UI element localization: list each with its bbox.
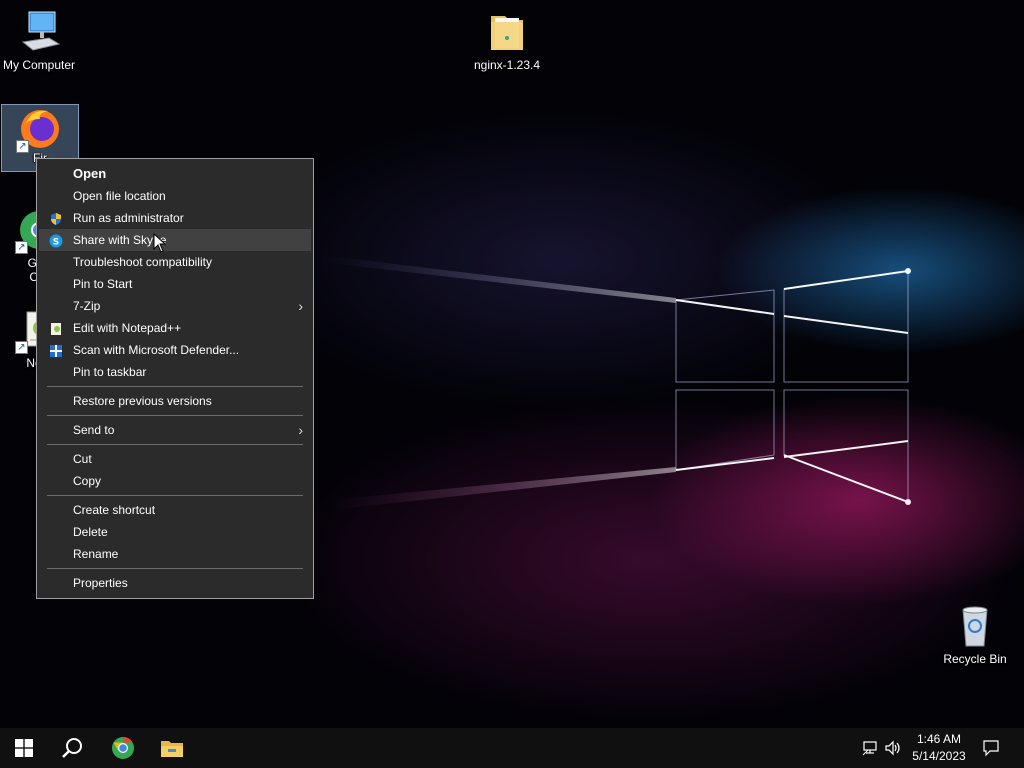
- uac-shield-icon: [49, 211, 63, 225]
- my-computer-label: My Computer: [2, 58, 76, 72]
- taskbar: 1:46 AM 5/14/2023: [0, 728, 1024, 768]
- windows-logo-icon: [15, 739, 33, 757]
- chevron-right-icon: ›: [298, 422, 303, 438]
- menu-item-open[interactable]: Open: [39, 163, 311, 185]
- menu-separator: [47, 386, 303, 387]
- shortcut-arrow-icon: ↗: [15, 341, 28, 354]
- skype-icon: S: [49, 233, 63, 248]
- menu-separator: [47, 495, 303, 496]
- defender-icon: [49, 343, 63, 357]
- clock-time: 1:46 AM: [916, 732, 962, 746]
- taskbar-file-explorer-button[interactable]: [148, 728, 196, 768]
- menu-item-create-shortcut[interactable]: Create shortcut: [39, 499, 311, 521]
- menu-item-rename[interactable]: Rename: [39, 543, 311, 565]
- file-explorer-icon: [161, 741, 183, 757]
- menu-item-delete[interactable]: Delete: [39, 521, 311, 543]
- menu-item-run-as-administrator[interactable]: Run as administrator: [39, 207, 311, 229]
- notepadpp-icon: [49, 321, 63, 335]
- search-button[interactable]: [48, 728, 96, 768]
- nginx-folder-desktop-icon[interactable]: nginx-1.23.4: [468, 8, 546, 72]
- menu-item-cut[interactable]: Cut: [39, 448, 311, 470]
- nginx-folder-label: nginx-1.23.4: [473, 58, 541, 72]
- menu-item-send-to[interactable]: Send to ›: [39, 419, 311, 441]
- search-icon: [62, 738, 82, 758]
- menu-separator: [47, 568, 303, 569]
- recycle-bin-desktop-icon[interactable]: Recycle Bin: [936, 602, 1014, 666]
- menu-item-edit-with-notepadpp[interactable]: Edit with Notepad++: [39, 317, 311, 339]
- menu-item-properties[interactable]: Properties: [39, 572, 311, 594]
- network-icon[interactable]: [862, 739, 880, 757]
- folder-icon: [483, 8, 531, 56]
- firefox-icon: ↗: [16, 105, 64, 153]
- menu-item-copy[interactable]: Copy: [39, 470, 311, 492]
- start-button[interactable]: [0, 728, 48, 768]
- volume-icon[interactable]: [884, 739, 902, 757]
- taskbar-chrome-button[interactable]: [99, 728, 147, 768]
- action-center-icon[interactable]: [982, 739, 1000, 757]
- menu-item-troubleshoot-compatibility[interactable]: Troubleshoot compatibility: [39, 251, 311, 273]
- recycle-bin-icon: [951, 602, 999, 650]
- menu-item-open-file-location[interactable]: Open file location: [39, 185, 311, 207]
- svg-text:S: S: [53, 238, 59, 248]
- shortcut-arrow-icon: ↗: [15, 241, 28, 254]
- menu-item-pin-to-start[interactable]: Pin to Start: [39, 273, 311, 295]
- recycle-bin-label: Recycle Bin: [943, 652, 1007, 666]
- menu-item-restore-previous-versions[interactable]: Restore previous versions: [39, 390, 311, 412]
- menu-item-pin-to-taskbar[interactable]: Pin to taskbar: [39, 361, 311, 383]
- chrome-icon: [112, 737, 134, 759]
- chevron-right-icon: ›: [298, 298, 303, 314]
- context-menu: Open Open file location Run as administr…: [36, 158, 314, 599]
- clock-date: 5/14/2023: [912, 749, 966, 763]
- menu-item-share-with-skype[interactable]: S Share with Skype: [39, 229, 311, 251]
- menu-item-scan-with-defender[interactable]: Scan with Microsoft Defender...: [39, 339, 311, 361]
- mouse-cursor-icon: [153, 233, 167, 253]
- menu-item-7zip[interactable]: 7-Zip ›: [39, 295, 311, 317]
- menu-separator: [47, 444, 303, 445]
- computer-icon: [15, 8, 63, 56]
- my-computer-desktop-icon[interactable]: My Computer: [0, 8, 78, 72]
- shortcut-arrow-icon: ↗: [16, 140, 29, 153]
- taskbar-clock[interactable]: 1:46 AM 5/14/2023: [906, 731, 972, 765]
- menu-separator: [47, 415, 303, 416]
